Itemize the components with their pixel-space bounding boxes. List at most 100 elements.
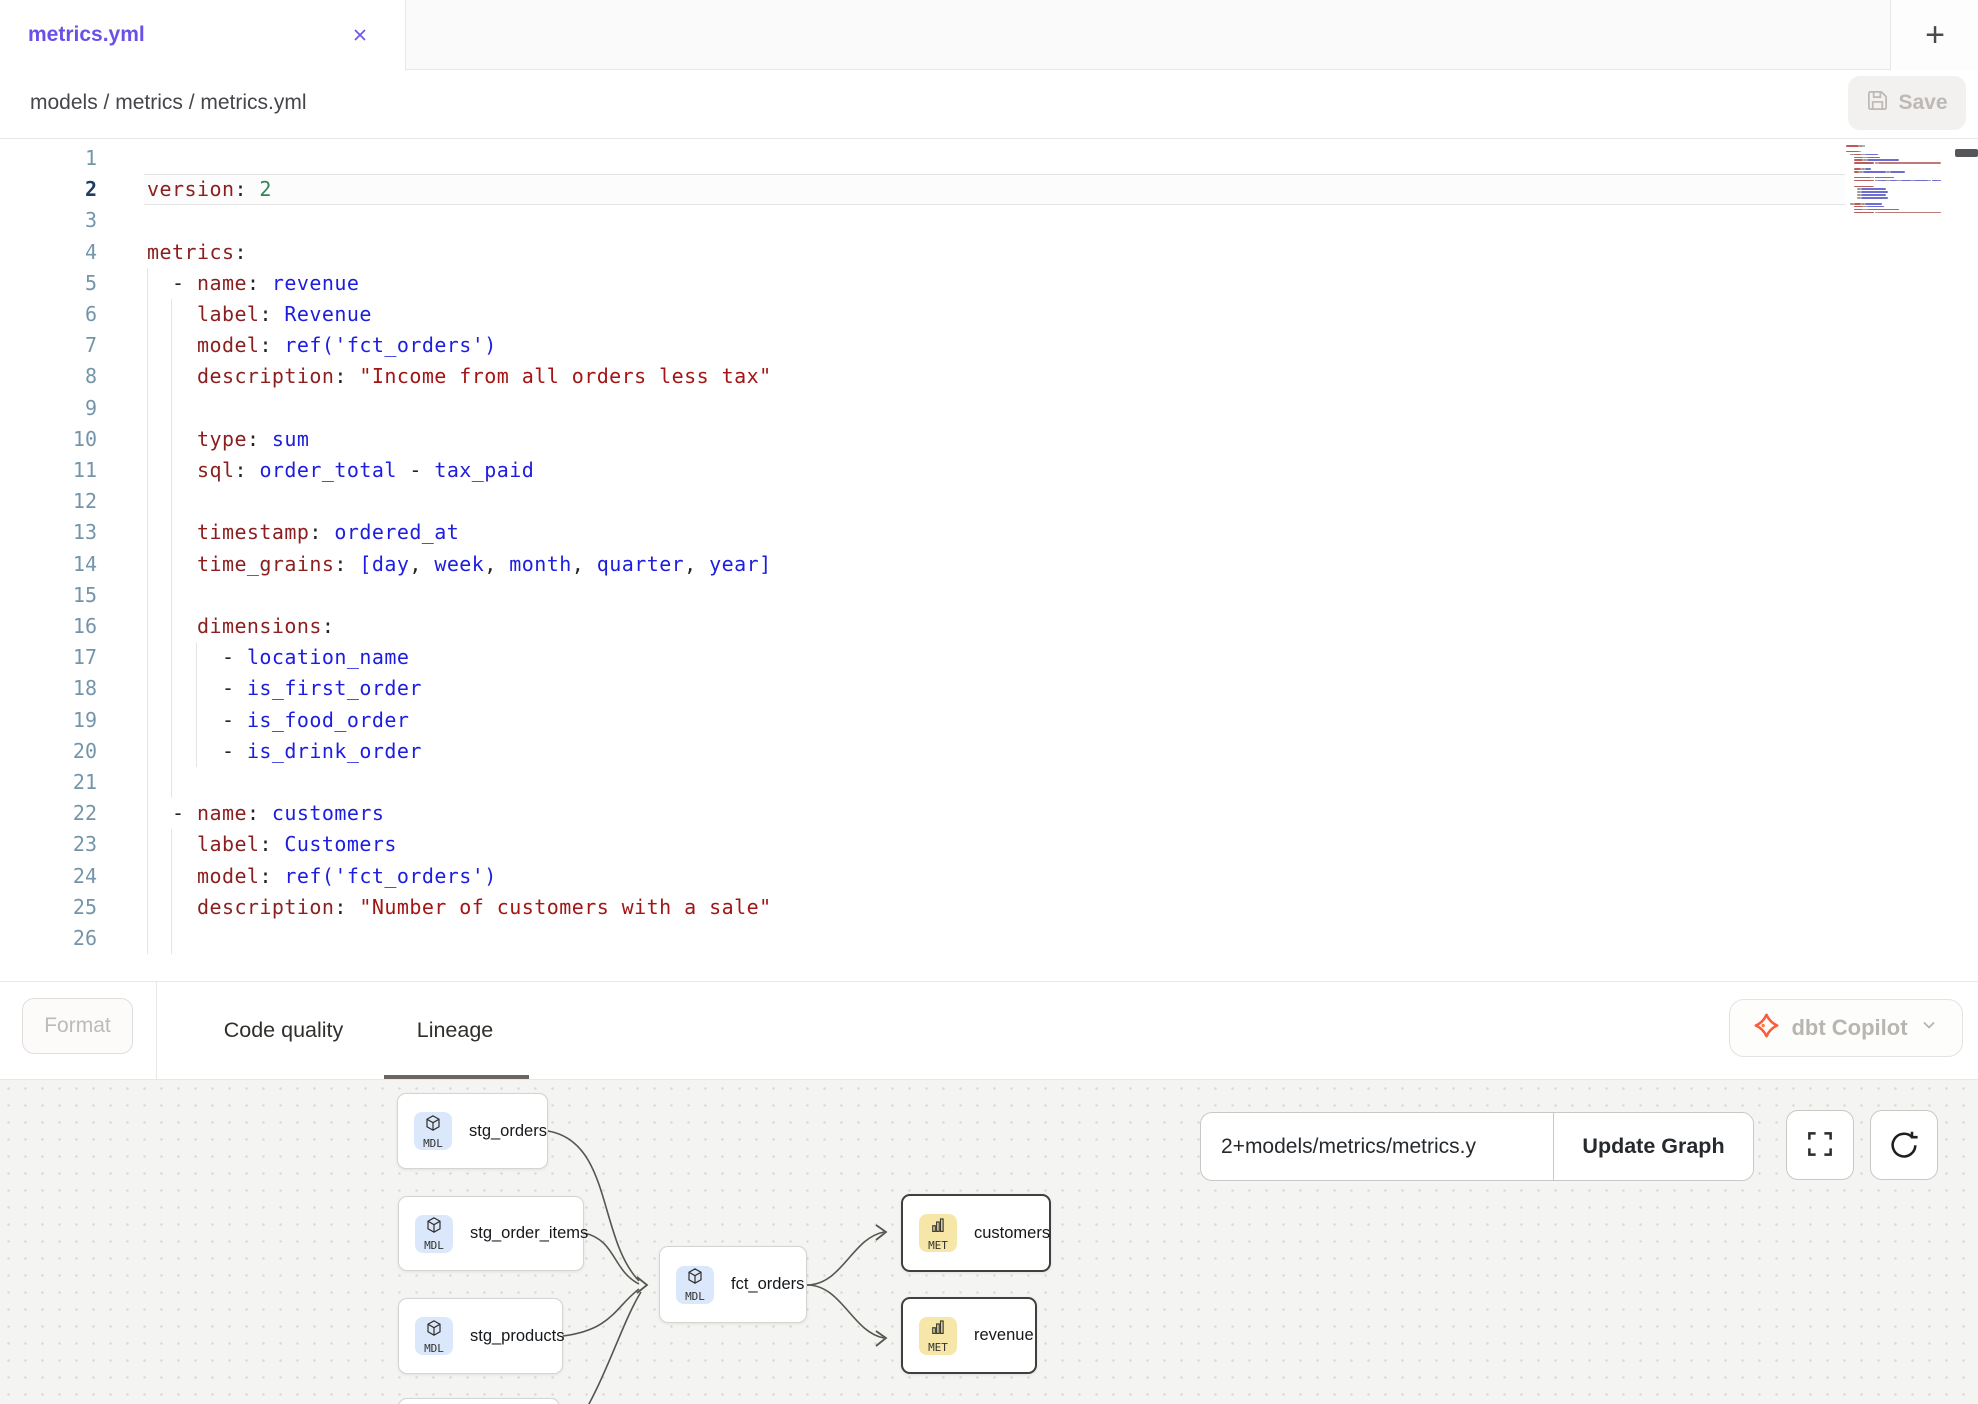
minimap-line [1854,206,1864,208]
tab-lineage[interactable]: Lineage [396,982,514,1079]
refresh-graph-button[interactable] [1870,1110,1938,1180]
minimap[interactable] [1843,142,1943,360]
lineage-node-fct_orders[interactable]: MDL fct_orders [659,1246,807,1323]
mdl-badge: MDL [415,1215,453,1253]
minimap-line [1854,168,1862,170]
badge-type-label: MDL [424,1343,444,1354]
minimap-line [1859,151,1861,153]
indent-guide [147,486,148,517]
line-number: 17 [0,642,97,673]
minimap-line [1854,154,1862,156]
code-line[interactable]: - is_drink_order [147,736,422,767]
line-number: 25 [0,892,97,923]
indent-guide [171,486,172,517]
line-number: 7 [0,330,97,361]
line-number: 15 [0,580,97,611]
minimap-line [1875,177,1894,179]
minimap-line [1928,180,1932,182]
mdl-badge: MDL [414,1112,452,1150]
code-line[interactable]: time_grains: [day, week, month, quarter,… [147,549,772,580]
code-line[interactable]: metrics: [147,237,247,268]
badge-type-label: MDL [685,1291,705,1302]
bar-chart-icon [929,1216,947,1239]
scroll-indicator[interactable] [1955,149,1978,157]
minimap-line [1865,168,1871,170]
code-line[interactable]: dimensions: [147,611,334,642]
code-line[interactable]: - name: revenue [147,268,359,299]
line-number: 6 [0,299,97,330]
minimap-line [1861,191,1888,193]
code-line[interactable]: - name: customers [147,798,384,829]
node-label: customers [974,1224,1050,1243]
mdl-badge: MDL [676,1266,714,1304]
line-number: 26 [0,923,97,954]
minimap-line [1854,209,1864,211]
node-label: fct_orders [731,1275,804,1294]
line-number: 8 [0,361,97,392]
node-label: revenue [974,1326,1034,1345]
new-tab-section: + [1890,0,1978,70]
code-line[interactable]: model: ref('fct_orders') [147,861,497,892]
new-tab-button[interactable]: + [1920,20,1950,50]
line-number: 1 [0,143,97,174]
line-number: 4 [0,237,97,268]
active-line-highlight [144,174,1845,205]
tab-code-quality[interactable]: Code quality [196,982,371,1079]
code-line[interactable]: timestamp: ordered_at [147,517,459,548]
graph-selector-group: Update Graph [1200,1112,1754,1181]
close-tab-icon[interactable] [350,25,370,45]
minimap-line [1878,212,1941,214]
minimap-line [1854,203,1862,205]
minimap-line [1863,171,1886,173]
indent-guide [171,393,172,424]
lineage-node-stg_orders[interactable]: MDLstg_orders [397,1093,548,1169]
line-number: 10 [0,424,97,455]
line-number: 5 [0,268,97,299]
minimap-line [1867,157,1880,159]
save-button[interactable]: Save [1848,76,1966,130]
tab-bar: metrics.yml + [0,0,1978,70]
breadcrumb: models / metrics / metrics.yml [30,91,307,115]
lineage-graph-canvas[interactable]: MDLstg_ordersMDLstg_order_itemsMDLstg_pr… [0,1080,1978,1404]
line-number: 24 [0,861,97,892]
line-number: 12 [0,486,97,517]
minimap-line [1932,180,1940,182]
code-line[interactable]: label: Customers [147,829,397,860]
code-line[interactable]: - location_name [147,642,409,673]
code-editor[interactable]: 12version: 234metrics:5 - name: revenue6… [0,139,1978,981]
minimap-line [1871,177,1875,179]
graph-selector-input[interactable] [1201,1113,1553,1180]
update-graph-button[interactable]: Update Graph [1553,1113,1753,1180]
minimap-line [1854,212,1875,214]
code-line[interactable]: label: Revenue [147,299,372,330]
lineage-node-partial_node[interactable]: MDL [398,1398,560,1404]
code-line[interactable]: description: "Number of customers with a… [147,892,772,923]
mdl-badge: MDL [415,1317,453,1355]
fullscreen-button[interactable] [1786,1110,1854,1180]
code-line[interactable]: description: "Income from all orders les… [147,361,772,392]
dbt-copilot-button[interactable]: dbt Copilot [1729,999,1963,1057]
line-number: 22 [0,798,97,829]
lineage-node-stg_products[interactable]: MDL stg_products [398,1298,563,1374]
code-line[interactable]: - is_food_order [147,705,409,736]
line-number: 13 [0,517,97,548]
tab-metrics-yml[interactable]: metrics.yml [0,0,406,70]
dbt-ide-window: metrics.yml + models / metrics / metrics… [0,0,1978,1404]
minimap-line [1865,154,1878,156]
format-button[interactable]: Format [22,998,133,1054]
line-number: 2 [0,174,97,205]
chevron-down-icon [1919,1015,1939,1041]
code-line[interactable]: - is_first_order [147,673,422,704]
code-line[interactable]: model: ref('fct_orders') [147,330,497,361]
file-header-row: models / metrics / metrics.yml Save [0,70,1978,139]
minimap-line [1854,177,1871,179]
lineage-node-stg_order_items[interactable]: MDLstg_order_items [398,1196,584,1271]
code-line[interactable]: sql: order_total - tax_paid [147,455,534,486]
line-number: 11 [0,455,97,486]
minimap-line [1854,186,1873,188]
lineage-node-revenue[interactable]: METrevenue [901,1297,1037,1374]
node-label: stg_products [470,1327,564,1346]
code-line[interactable]: version: 2 [147,174,272,205]
lineage-node-customers[interactable]: METcustomers [901,1194,1051,1272]
code-line[interactable]: type: sum [147,424,309,455]
